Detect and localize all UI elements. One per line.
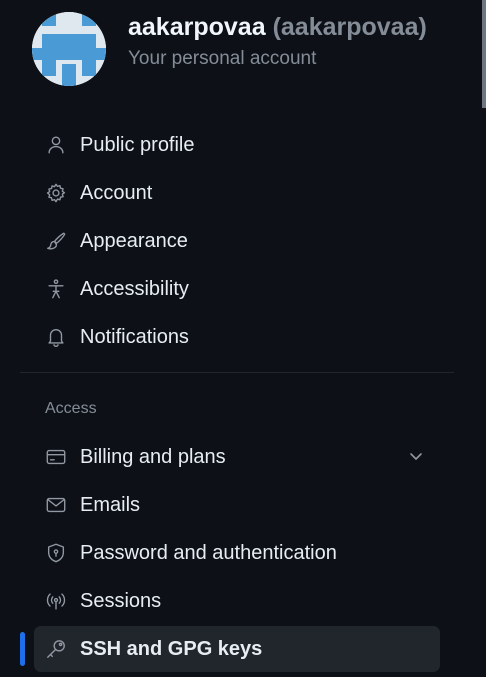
paintbrush-icon [44,229,68,253]
nav-item-appearance[interactable]: Appearance [34,218,440,264]
username: aakarpovaa [128,13,266,41]
nav-item-emails[interactable]: Emails [34,482,440,528]
avatar[interactable] [32,12,106,86]
active-indicator [20,632,25,666]
account-subtitle: Your personal account [128,48,317,69]
nav-label: Billing and plans [80,445,226,468]
credit-card-icon [44,445,68,469]
nav-item-ssh-gpg-keys[interactable]: SSH and GPG keys [34,626,440,672]
nav-divider [20,372,454,373]
nav-item-notifications[interactable]: Notifications [34,314,440,360]
accessibility-icon [44,277,68,301]
nav-label: Appearance [80,229,188,252]
section-heading-access: Access [45,400,97,417]
nav-label: Public profile [80,133,195,156]
nav-label: Accessibility [80,277,189,300]
nav-label: Emails [80,493,141,516]
nav-label: Account [80,181,153,204]
nav-item-password[interactable]: Password and authentication [34,530,440,576]
nav-item-account[interactable]: Account [34,170,440,216]
nav-label: SSH and GPG keys [80,637,263,660]
gear-icon [44,181,68,205]
bell-icon [44,325,68,349]
mail-icon [44,493,68,517]
person-icon [44,133,68,157]
nav-item-sessions[interactable]: Sessions [34,578,440,624]
account-header: aakarpovaa (aakarpovaa) Your personal ac… [32,12,427,86]
window-edge [482,0,486,108]
nav-label: Sessions [80,589,162,612]
nav-item-billing[interactable]: Billing and plans [34,434,440,480]
identicon-icon [32,12,106,86]
user-handle: (aakarpovaa) [272,13,427,41]
chevron-down-icon[interactable] [406,446,426,466]
nav-label: Password and authentication [80,541,337,564]
nav-label: Notifications [80,325,189,348]
nav-item-accessibility[interactable]: Accessibility [34,266,440,312]
account-name[interactable]: aakarpovaa (aakarpovaa) [128,12,427,42]
shield-lock-icon [44,541,68,565]
key-icon [44,637,68,661]
broadcast-icon [44,589,68,613]
nav-item-public-profile[interactable]: Public profile [34,122,440,168]
